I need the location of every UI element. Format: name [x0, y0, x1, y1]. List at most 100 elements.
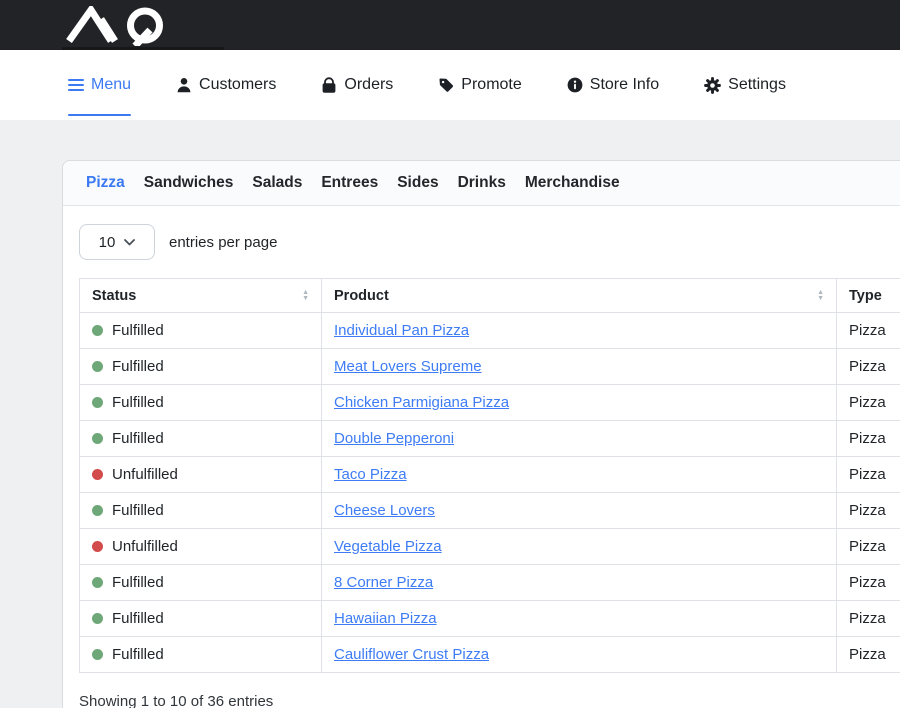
nav-item-menu[interactable]: Menu	[68, 50, 131, 120]
app: Menu Customers Orders Promote Store Info	[0, 0, 900, 708]
nav-item-label: Customers	[199, 76, 276, 94]
type-cell: Pizza	[837, 565, 900, 601]
table-row: Fulfilled Cauliflower Crust Pizza Pizza	[80, 637, 900, 673]
table-row: Fulfilled Meat Lovers Supreme Pizza	[80, 349, 900, 385]
type-cell: Pizza	[837, 421, 900, 457]
status-cell: Fulfilled	[80, 313, 322, 349]
tab-drinks[interactable]: Drinks	[458, 174, 506, 192]
nav-item-promote[interactable]: Promote	[438, 50, 521, 120]
page-size-row: 10 entries per page	[79, 224, 900, 260]
status-dot	[92, 433, 103, 444]
nav-item-customers[interactable]: Customers	[176, 50, 276, 120]
product-cell: Double Pepperoni	[322, 421, 837, 457]
menu-card: Pizza Sandwiches Salads Entrees Sides Dr…	[62, 160, 900, 708]
type-cell: Pizza	[837, 313, 900, 349]
product-link[interactable]: Vegetable Pizza	[334, 538, 442, 555]
status-cell: Fulfilled	[80, 493, 322, 529]
status-cell: Fulfilled	[80, 349, 322, 385]
info-circle-icon	[567, 77, 583, 93]
sort-icon: ▲▼	[817, 290, 824, 301]
status-cell: Unfulfilled	[80, 529, 322, 565]
column-header-type[interactable]: Type	[837, 279, 900, 313]
tab-entrees[interactable]: Entrees	[321, 174, 378, 192]
products-table: Status ▲▼ Product ▲▼	[79, 278, 900, 673]
status-dot	[92, 613, 103, 624]
table-row: Unfulfilled Vegetable Pizza Pizza	[80, 529, 900, 565]
nav-item-orders[interactable]: Orders	[321, 50, 393, 120]
product-link[interactable]: Cheese Lovers	[334, 502, 435, 519]
status-cell: Fulfilled	[80, 601, 322, 637]
table-row: Fulfilled Individual Pan Pizza Pizza	[80, 313, 900, 349]
status-dot	[92, 361, 103, 372]
nav-item-label: Store Info	[590, 76, 659, 94]
brand-logo[interactable]	[64, 6, 176, 51]
status-dot	[92, 397, 103, 408]
status-label: Fulfilled	[112, 430, 164, 447]
product-link[interactable]: Chicken Parmigiana Pizza	[334, 394, 509, 411]
column-label: Type	[849, 288, 882, 304]
status-dot	[92, 541, 103, 552]
product-link[interactable]: Meat Lovers Supreme	[334, 358, 482, 375]
type-cell: Pizza	[837, 385, 900, 421]
column-header-status[interactable]: Status ▲▼	[80, 279, 322, 313]
status-label: Fulfilled	[112, 322, 164, 339]
aiq-logo-icon	[64, 6, 176, 46]
person-icon	[176, 77, 192, 93]
table-row: Fulfilled Double Pepperoni Pizza	[80, 421, 900, 457]
status-dot	[92, 325, 103, 336]
status-cell: Fulfilled	[80, 637, 322, 673]
product-link[interactable]: Individual Pan Pizza	[334, 322, 469, 339]
column-label: Status	[92, 288, 136, 304]
product-cell: Hawaiian Pizza	[322, 601, 837, 637]
product-cell: Cheese Lovers	[322, 493, 837, 529]
gear-icon	[704, 77, 721, 94]
chevron-down-icon	[124, 239, 135, 246]
nav-item-settings[interactable]: Settings	[704, 50, 786, 120]
table-row: Unfulfilled Taco Pizza Pizza	[80, 457, 900, 493]
tab-sandwiches[interactable]: Sandwiches	[144, 174, 234, 192]
nav-item-label: Promote	[461, 76, 521, 94]
table-row: Fulfilled Hawaiian Pizza Pizza	[80, 601, 900, 637]
category-tabs: Pizza Sandwiches Salads Entrees Sides Dr…	[63, 161, 900, 206]
type-cell: Pizza	[837, 457, 900, 493]
nav-item-store-info[interactable]: Store Info	[567, 50, 659, 120]
results-summary: Showing 1 to 10 of 36 entries	[79, 693, 900, 708]
page-size-select[interactable]: 10	[79, 224, 155, 260]
tab-merchandise[interactable]: Merchandise	[525, 174, 620, 192]
column-header-product[interactable]: Product ▲▼	[322, 279, 837, 313]
nav-item-label: Orders	[344, 76, 393, 94]
product-cell: 8 Corner Pizza	[322, 565, 837, 601]
shopping-bag-icon	[321, 77, 337, 94]
tab-salads[interactable]: Salads	[252, 174, 302, 192]
hamburger-icon	[68, 78, 84, 92]
tab-sides[interactable]: Sides	[397, 174, 438, 192]
status-label: Unfulfilled	[112, 538, 178, 555]
status-label: Unfulfilled	[112, 466, 178, 483]
status-label: Fulfilled	[112, 394, 164, 411]
product-link[interactable]: Taco Pizza	[334, 466, 407, 483]
status-cell: Fulfilled	[80, 385, 322, 421]
table-row: Fulfilled 8 Corner Pizza Pizza	[80, 565, 900, 601]
product-link[interactable]: 8 Corner Pizza	[334, 574, 433, 591]
status-dot	[92, 577, 103, 588]
product-cell: Cauliflower Crust Pizza	[322, 637, 837, 673]
product-link[interactable]: Double Pepperoni	[334, 430, 454, 447]
type-cell: Pizza	[837, 493, 900, 529]
table-row: Fulfilled Chicken Parmigiana Pizza Pizza	[80, 385, 900, 421]
type-cell: Pizza	[837, 349, 900, 385]
status-cell: Fulfilled	[80, 565, 322, 601]
status-cell: Fulfilled	[80, 421, 322, 457]
product-cell: Taco Pizza	[322, 457, 837, 493]
product-link[interactable]: Hawaiian Pizza	[334, 610, 437, 627]
type-cell: Pizza	[837, 529, 900, 565]
nav-item-label: Settings	[728, 76, 786, 94]
status-label: Fulfilled	[112, 574, 164, 591]
product-link[interactable]: Cauliflower Crust Pizza	[334, 646, 489, 663]
tab-pizza[interactable]: Pizza	[86, 174, 125, 192]
page-size-value: 10	[99, 234, 116, 251]
type-cell: Pizza	[837, 601, 900, 637]
card-body: 10 entries per page Status	[63, 206, 900, 708]
status-label: Fulfilled	[112, 502, 164, 519]
table-row: Fulfilled Cheese Lovers Pizza	[80, 493, 900, 529]
page-content: Pizza Sandwiches Salads Entrees Sides Dr…	[0, 120, 900, 708]
